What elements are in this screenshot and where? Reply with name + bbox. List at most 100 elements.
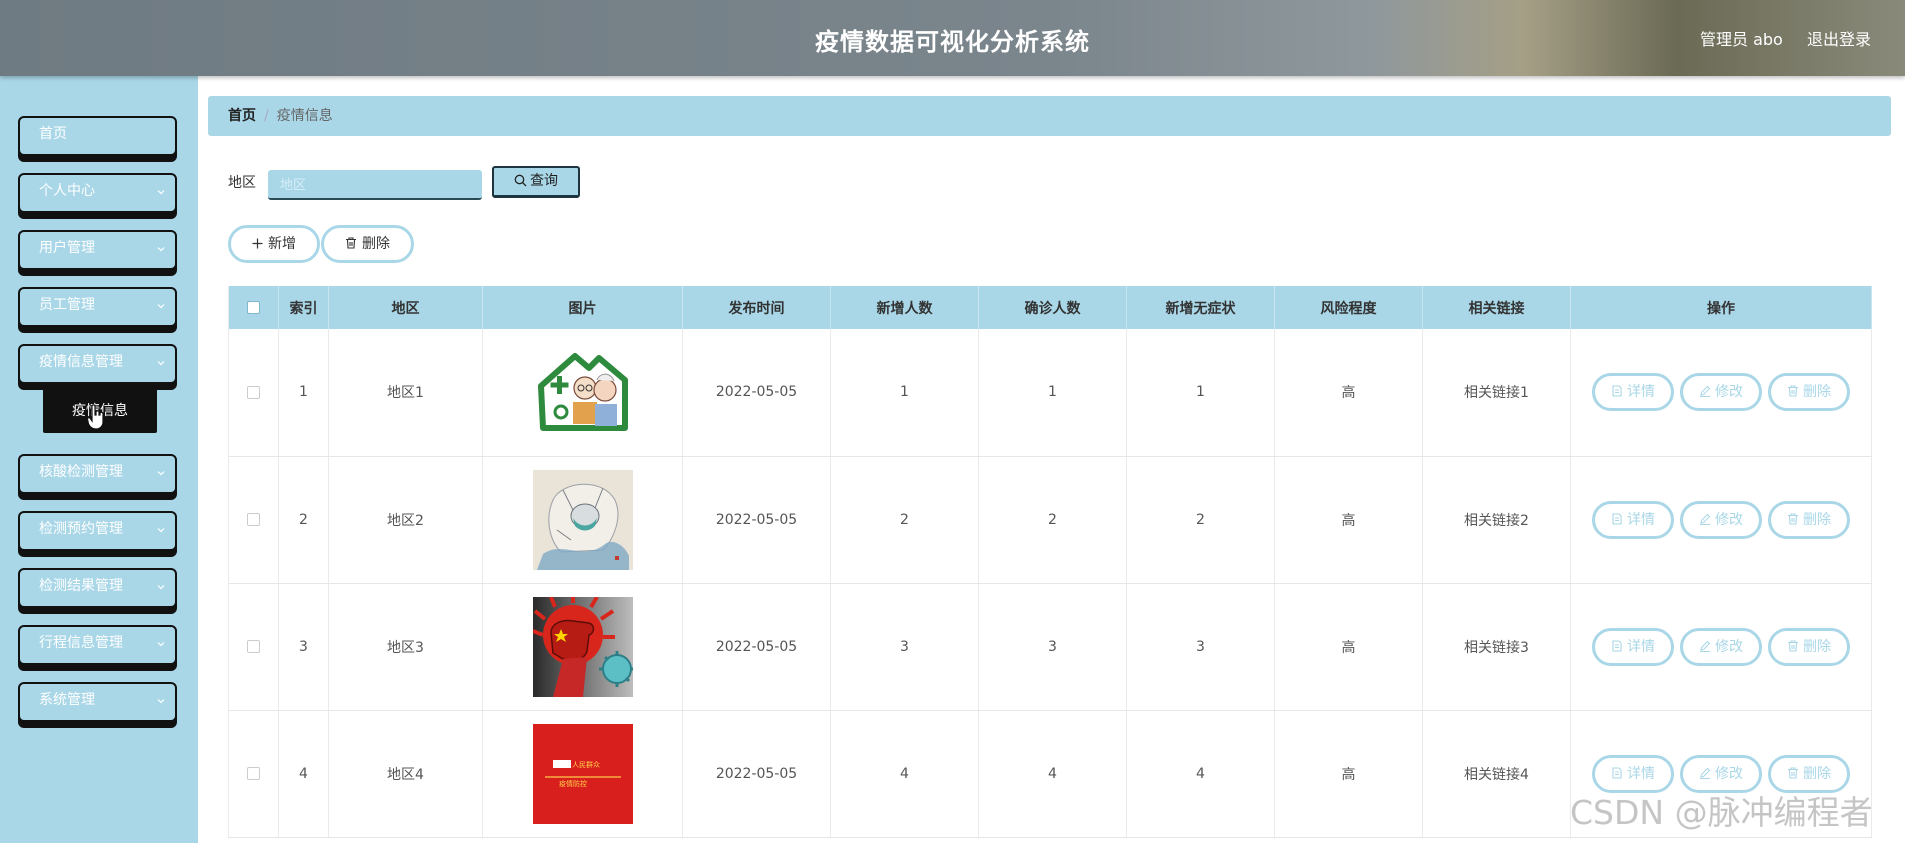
cell-actions: 详情 修改 删除	[1570, 329, 1872, 457]
pencil-icon	[1700, 513, 1711, 525]
detail-label: 详情	[1627, 765, 1655, 782]
row-select-cell[interactable]	[228, 329, 279, 457]
sidebar-item-label: 员工管理	[39, 297, 95, 313]
cell-region: 地区3	[328, 583, 483, 711]
edit-button[interactable]: 修改	[1680, 627, 1762, 666]
sidebar-item-epidemic[interactable]: 疫情信息管理	[18, 344, 177, 384]
cell-risk: 高	[1274, 456, 1423, 584]
sidebar-item-label: 用户管理	[39, 240, 95, 256]
cell-date: 2022-05-05	[682, 583, 831, 711]
cell-actions: 详情 修改 删除	[1570, 456, 1872, 584]
sidebar-item-nucleic[interactable]: 核酸检测管理	[18, 454, 177, 494]
cell-confirmed: 4	[978, 710, 1127, 838]
sidebar-item-itinerary[interactable]: 行程信息管理	[18, 625, 177, 665]
family-house-image[interactable]	[532, 342, 633, 443]
hand-cursor-icon	[87, 404, 104, 430]
cell-link[interactable]: 相关链接4	[1422, 710, 1571, 838]
app-title: 疫情数据可视化分析系统	[815, 28, 1090, 56]
plus-icon	[252, 238, 263, 249]
edit-label: 修改	[1715, 384, 1743, 401]
chevron-down-icon	[157, 642, 165, 647]
table-row: 3 地区3 2022-05-05 3 3 3 高 相关链接3 详情 修改 删除	[228, 583, 1872, 711]
sidebar-item-label: 行程信息管理	[39, 635, 123, 651]
row-checkbox[interactable]	[247, 767, 260, 780]
search-button[interactable]: 查询	[492, 166, 580, 198]
delete-label: 删除	[1803, 384, 1831, 401]
pencil-icon	[1700, 385, 1711, 398]
sidebar-item-label: 系统管理	[39, 692, 95, 708]
cell-asymptomatic: 1	[1126, 329, 1275, 457]
edit-button[interactable]: 修改	[1680, 500, 1762, 539]
sidebar-item-label: 检测结果管理	[39, 578, 123, 594]
delete-button[interactable]: 删除	[1768, 373, 1850, 412]
trash-icon	[1788, 766, 1798, 779]
delete-button[interactable]: 删除	[1768, 500, 1850, 539]
row-select-cell[interactable]	[228, 710, 279, 838]
column-header: 相关链接	[1422, 286, 1571, 329]
column-header: 风险程度	[1274, 286, 1423, 329]
sidebar-item-results[interactable]: 检测结果管理	[18, 568, 177, 608]
csdn-watermark: CSDN @脉冲编程者	[1570, 793, 1873, 832]
cell-asymptomatic: 3	[1126, 583, 1275, 711]
search-label: 地区	[228, 175, 256, 191]
row-checkbox[interactable]	[247, 385, 260, 399]
fist-vs-virus-image[interactable]	[532, 596, 633, 697]
add-button[interactable]: 新增	[228, 225, 320, 263]
breadcrumb-home[interactable]: 首页	[228, 108, 256, 124]
document-icon	[1612, 512, 1622, 525]
column-header: 索引	[278, 286, 329, 329]
breadcrumb: 首页 / 疫情信息	[208, 96, 1891, 136]
delete-label: 删除	[1803, 765, 1831, 782]
column-header: 新增人数	[830, 286, 979, 329]
cell-link[interactable]: 相关链接1	[1422, 329, 1571, 457]
cell-risk: 高	[1274, 710, 1423, 838]
chevron-down-icon	[157, 585, 165, 590]
column-header: 确诊人数	[978, 286, 1127, 329]
cell-new: 1	[830, 329, 979, 457]
row-select-cell[interactable]	[228, 583, 279, 711]
select-all-checkbox[interactable]	[247, 301, 260, 314]
trash-icon	[1788, 512, 1798, 525]
sidebar-item-label: 个人中心	[39, 183, 95, 199]
red-slogan-poster-image[interactable]: 人民群众 疫情防控	[532, 723, 633, 824]
select-all-cell[interactable]	[228, 286, 279, 329]
cell-new: 3	[830, 583, 979, 711]
detail-button[interactable]: 详情	[1592, 500, 1674, 539]
medic-sketch-image[interactable]	[532, 469, 633, 570]
sidebar-item-profile[interactable]: 个人中心	[18, 173, 177, 213]
cell-index: 1	[278, 329, 329, 457]
sidebar-item-users[interactable]: 用户管理	[18, 230, 177, 270]
document-icon	[1612, 639, 1622, 652]
top-header: 疫情数据可视化分析系统 管理员 abo 退出登录	[0, 0, 1905, 76]
cell-new: 4	[830, 710, 979, 838]
search-input[interactable]	[268, 170, 482, 200]
detail-button[interactable]: 详情	[1592, 627, 1674, 666]
sidebar-item-home[interactable]: 首页	[18, 116, 177, 156]
sidebar-item-system[interactable]: 系统管理	[18, 682, 177, 722]
detail-label: 详情	[1627, 511, 1655, 528]
trash-icon	[1788, 639, 1798, 652]
search-button-label: 查询	[530, 173, 558, 189]
table-row: 1 地区1 2022-05-05 1 1 1 高 相关链接1 详情 修改 删除	[228, 329, 1872, 457]
row-select-cell[interactable]	[228, 456, 279, 584]
cell-region: 地区2	[328, 456, 483, 584]
delete-button[interactable]: 删除	[1768, 627, 1850, 666]
logout-link[interactable]: 退出登录	[1807, 26, 1871, 50]
search-icon	[514, 174, 527, 187]
table-header-row: 索引 地区 图片 发布时间 新增人数 确诊人数 新增无症状 风险程度 相关链接 …	[228, 286, 1872, 329]
sidebar-item-staff[interactable]: 员工管理	[18, 287, 177, 327]
row-checkbox[interactable]	[247, 513, 260, 526]
cell-link[interactable]: 相关链接2	[1422, 456, 1571, 584]
sidebar-item-label: 首页	[39, 126, 67, 142]
batch-delete-button[interactable]: 删除	[321, 225, 414, 263]
edit-button[interactable]: 修改	[1680, 373, 1762, 412]
column-header: 发布时间	[682, 286, 831, 329]
row-checkbox[interactable]	[247, 640, 260, 653]
chevron-down-icon	[157, 471, 165, 476]
sidebar-item-appointment[interactable]: 检测预约管理	[18, 511, 177, 551]
cell-new: 2	[830, 456, 979, 584]
detail-button[interactable]: 详情	[1592, 373, 1674, 412]
cell-link[interactable]: 相关链接3	[1422, 583, 1571, 711]
cell-region: 地区1	[328, 329, 483, 457]
chevron-down-icon	[157, 528, 165, 533]
